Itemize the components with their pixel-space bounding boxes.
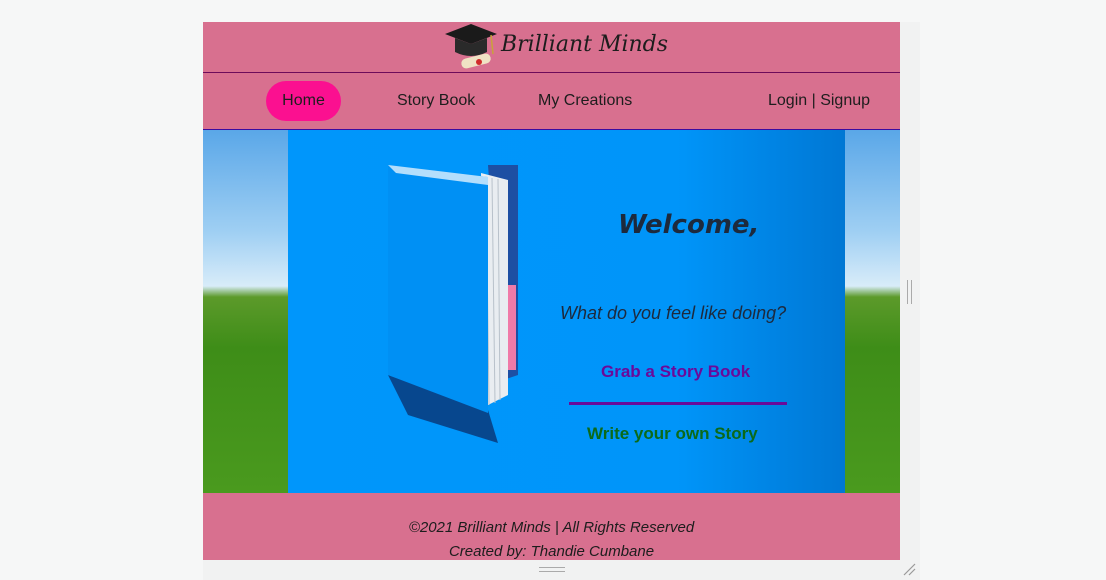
write-story-link[interactable]: Write your own Story [587, 424, 758, 444]
welcome-heading: Welcome, [618, 210, 760, 240]
hero-panel: Welcome, What do you feel like doing? Gr… [288, 130, 845, 493]
horizontal-grip-icon[interactable] [539, 567, 565, 572]
vertical-grip-icon[interactable] [907, 280, 912, 304]
resize-corner-icon[interactable] [902, 562, 916, 576]
copyright-text: ©2021 Brilliant Minds | All Rights Reser… [408, 519, 695, 536]
site-header: Brilliant Minds [203, 22, 900, 73]
nav-home[interactable]: Home [266, 81, 341, 121]
hero-background: Welcome, What do you feel like doing? Gr… [203, 130, 900, 493]
open-book-icon [388, 165, 518, 443]
nav-my-creations[interactable]: My Creations [538, 81, 632, 121]
credit-text: Created by: Thandie Cumbane [448, 543, 655, 560]
nav-login-signup[interactable]: Login | Signup [768, 81, 870, 121]
main-nav: Home Story Book My Creations Login | Sig… [203, 73, 900, 130]
site-footer: ©2021 Brilliant Minds | All Rights Reser… [203, 493, 900, 560]
brand-name: Brilliant Minds [501, 32, 669, 57]
grab-story-book-link[interactable]: Grab a Story Book [601, 362, 750, 382]
nav-story-book[interactable]: Story Book [397, 81, 475, 121]
page-frame: Brilliant Minds Home Story Book My Creat… [203, 22, 900, 560]
divider [569, 402, 787, 405]
graduation-cap-icon [445, 24, 497, 69]
prompt-text: What do you feel like doing? [560, 303, 787, 323]
